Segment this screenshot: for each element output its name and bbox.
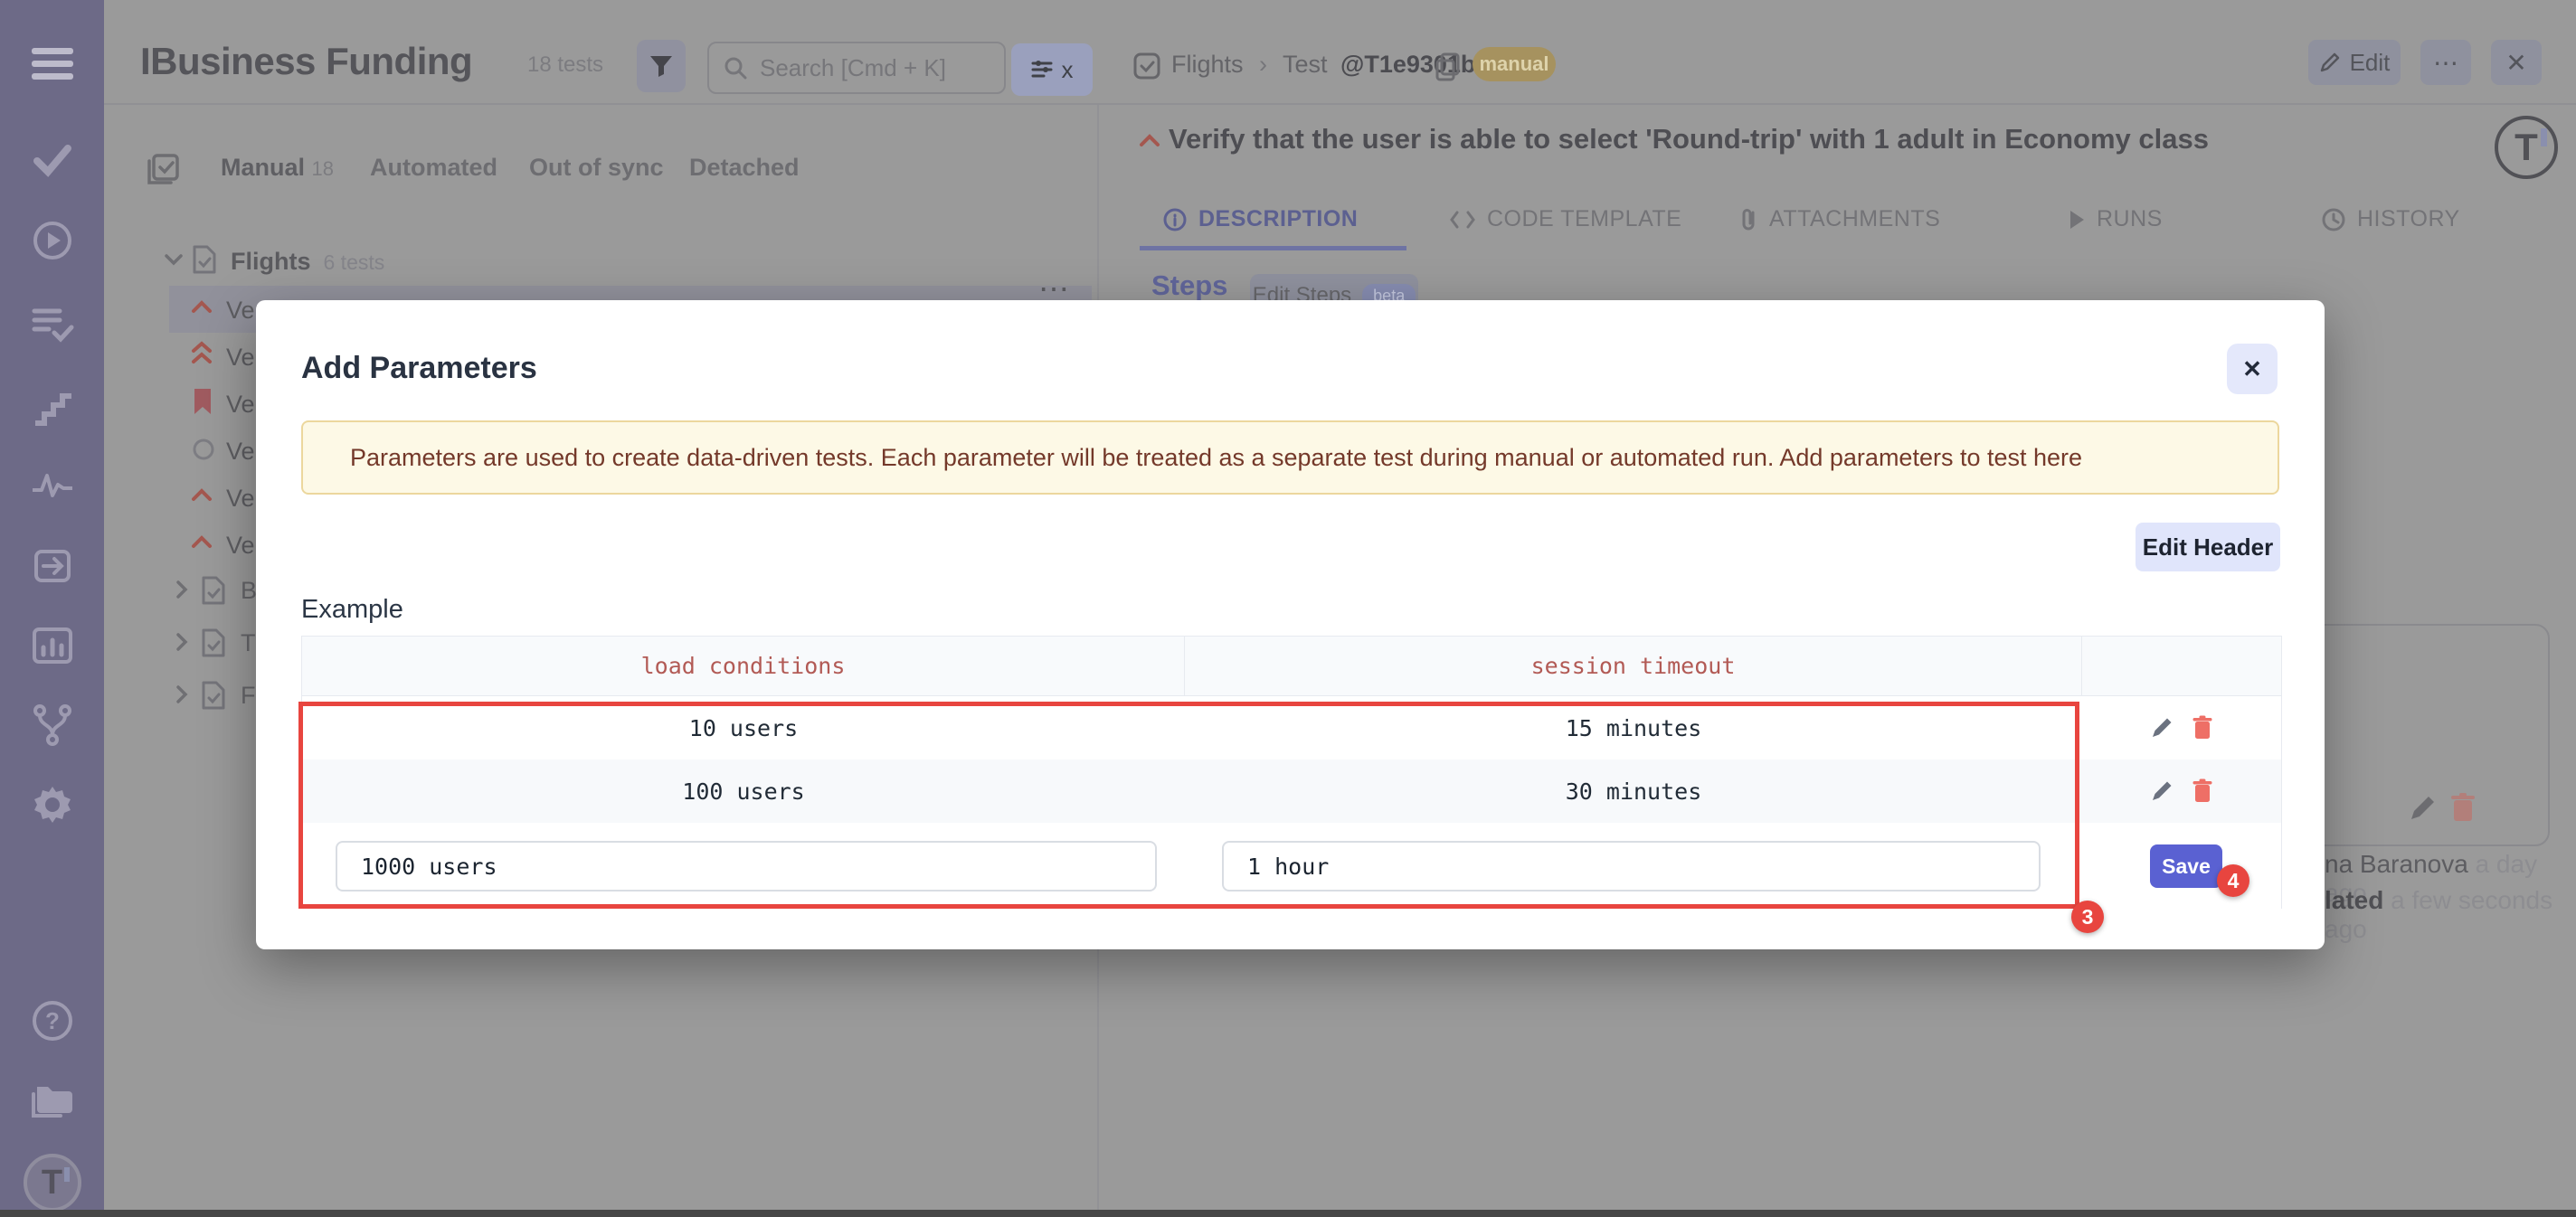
row-edit-pencil-icon[interactable] (2150, 716, 2174, 740)
parameters-info-banner: Parameters are used to create data-drive… (301, 420, 2279, 495)
modal-title: Add Parameters (301, 351, 537, 386)
annotation-rectangle (298, 702, 2079, 909)
edit-header-button[interactable]: Edit Header (2136, 523, 2280, 571)
row-edit-pencil-icon[interactable] (2150, 779, 2174, 803)
window-bottom-edge (0, 1210, 2576, 1217)
annotation-badge-3: 3 (2071, 901, 2104, 933)
save-button[interactable]: Save (2150, 844, 2222, 888)
column-header: load conditions (302, 637, 1185, 695)
modal-close-button[interactable]: ✕ (2227, 344, 2278, 394)
banner-text: Parameters are used to create data-drive… (350, 444, 2082, 472)
column-header-actions (2082, 637, 2281, 695)
row-delete-trash-icon[interactable] (2192, 715, 2213, 741)
parameters-table-header: load conditions session timeout (302, 637, 2281, 696)
annotation-badge-4: 4 (2217, 864, 2249, 897)
column-header: session timeout (1185, 637, 2082, 695)
app-root: ? T IBusiness Funding 18 tests (0, 0, 2576, 1217)
row-delete-trash-icon[interactable] (2192, 778, 2213, 804)
example-label: Example (301, 595, 403, 625)
